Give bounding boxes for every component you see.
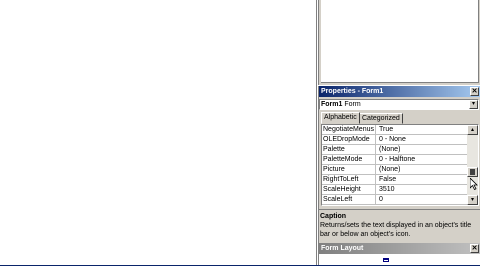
property-row[interactable]: RightToLeft False (322, 175, 467, 185)
object-type: Form (344, 101, 361, 108)
form-layout-titlebar[interactable]: Form Layout ✕ (318, 243, 480, 254)
chevron-down-icon[interactable]: ▾ (469, 100, 478, 109)
property-row[interactable]: OLEDropMode 0 - None (322, 135, 467, 145)
description-title: Caption (320, 213, 347, 220)
status-strip (0, 265, 480, 270)
property-name: RightToLeft (322, 175, 376, 185)
property-row[interactable]: ScaleLeft 0 (322, 195, 467, 205)
property-value[interactable]: True (377, 125, 467, 135)
description-text: Returns/sets the text displayed in an ob… (320, 222, 472, 238)
property-name: ScaleHeight (322, 185, 376, 195)
tab-alphabetic[interactable]: Alphabetic (321, 112, 360, 124)
property-row[interactable]: Palette (None) (322, 145, 467, 155)
scrollbar-thumb[interactable] (467, 167, 478, 177)
close-icon[interactable]: ✕ (470, 87, 479, 96)
form-layout-window (318, 254, 480, 265)
project-explorer-content (321, 0, 479, 83)
property-value[interactable]: (None) (377, 165, 467, 175)
property-grid-scrollbar[interactable]: ▴ ▾ (467, 125, 478, 205)
properties-window: Properties - Form1 ✕ Form1 Form ▾ Alphab… (318, 86, 480, 243)
property-row[interactable]: ScaleHeight 3510 (322, 185, 467, 195)
property-name: OLEDropMode (322, 135, 376, 145)
property-grid: NegotiateMenus True OLEDropMode 0 - None… (321, 124, 479, 206)
form-preview-icon[interactable] (383, 258, 389, 262)
property-value[interactable]: 3510 (377, 185, 467, 195)
property-name: NegotiateMenus (322, 125, 376, 135)
property-value[interactable]: 0 - Halftone (377, 155, 467, 165)
properties-titlebar[interactable]: Properties - Form1 ✕ (319, 86, 480, 97)
property-value[interactable]: False (377, 175, 467, 185)
form-layout-title: Form Layout (321, 245, 364, 252)
property-name: Palette (322, 145, 376, 155)
close-icon[interactable]: ✕ (470, 244, 479, 253)
scroll-down-icon[interactable]: ▾ (467, 195, 478, 205)
project-explorer-panel (318, 0, 480, 85)
form-designer-workspace[interactable] (0, 0, 316, 265)
tab-categorized[interactable]: Categorized (359, 113, 403, 124)
property-row[interactable]: Picture (None) (322, 165, 467, 175)
object-name: Form1 (321, 101, 343, 108)
thumb-grip (470, 169, 475, 175)
property-name: PaletteMode (322, 155, 376, 165)
property-name: Picture (322, 165, 376, 175)
property-value[interactable]: 0 (377, 195, 467, 205)
mouse-pointer-icon (470, 178, 478, 190)
object-selector-dropdown[interactable]: Form1 Form ▾ (319, 99, 479, 110)
property-row[interactable]: NegotiateMenus True (322, 125, 467, 135)
property-row[interactable]: PaletteMode 0 - Halftone (322, 155, 467, 165)
properties-title: Properties - Form1 (321, 88, 384, 95)
property-name: ScaleLeft (322, 195, 376, 205)
property-description-pane: Caption Returns/sets the text displayed … (319, 209, 480, 243)
property-value[interactable]: (None) (377, 145, 467, 155)
scroll-up-icon[interactable]: ▴ (467, 125, 478, 135)
property-value[interactable]: 0 - None (377, 135, 467, 145)
